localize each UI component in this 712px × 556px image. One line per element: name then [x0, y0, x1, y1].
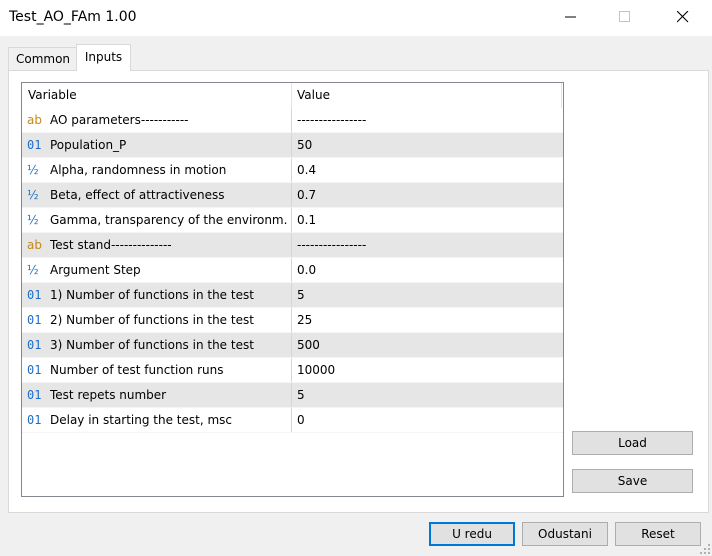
title-bar: Test_AO_FAm 1.00	[0, 0, 712, 36]
integer-type-icon: 01	[27, 313, 42, 327]
value-cell[interactable]: 0	[297, 408, 557, 433]
string-type-icon: ab	[27, 113, 42, 127]
variable-name: Test stand--------------	[50, 238, 172, 252]
variable-name: Argument Step	[50, 263, 141, 277]
cell-divider	[291, 233, 292, 258]
inputs-grid: Variable Value ab AO parameters----------…	[21, 82, 564, 497]
value-cell[interactable]: 50	[297, 133, 557, 158]
grid-row[interactable]: ½ Argument Step 0.0	[22, 258, 563, 283]
cell-divider	[291, 183, 292, 208]
value-cell[interactable]: ----------------	[297, 108, 557, 133]
value-cell[interactable]: 500	[297, 333, 557, 358]
cell-divider	[291, 208, 292, 233]
value-cell[interactable]: 0.0	[297, 258, 557, 283]
grid-row[interactable]: 01 Population_P 50	[22, 133, 563, 158]
variable-name: 1) Number of functions in the test	[50, 288, 254, 302]
value-cell[interactable]: 5	[297, 383, 557, 408]
value-cell[interactable]: 10000	[297, 358, 557, 383]
grid-row[interactable]: ½ Gamma, transparency of the environm... 0…	[22, 208, 563, 233]
ok-button[interactable]: U redu	[429, 522, 515, 546]
cell-divider	[291, 133, 292, 158]
integer-type-icon: 01	[27, 413, 42, 427]
column-separator[interactable]	[291, 83, 292, 108]
grid-row[interactable]: 01 Number of test function runs 10000	[22, 358, 563, 383]
cell-divider	[291, 408, 292, 433]
cell-divider	[291, 258, 292, 283]
cell-divider	[291, 383, 292, 408]
grid-row[interactable]: 01 Delay in starting the test, msc 0	[22, 408, 563, 433]
column-separator-end	[561, 83, 562, 108]
double-type-icon: ½	[27, 263, 39, 277]
tab-inputs[interactable]: Inputs	[76, 44, 131, 71]
integer-type-icon: 01	[27, 138, 42, 152]
grid-row[interactable]: ½ Alpha, randomness in motion 0.4	[22, 158, 563, 183]
integer-type-icon: 01	[27, 363, 42, 377]
value-cell[interactable]: 0.4	[297, 158, 557, 183]
column-header-value[interactable]: Value	[297, 83, 330, 108]
column-header-variable[interactable]: Variable	[28, 83, 77, 108]
cell-divider	[291, 158, 292, 183]
tab-common[interactable]: Common	[8, 47, 78, 70]
grid-row[interactable]: 01 3) Number of functions in the test 500	[22, 333, 563, 358]
double-type-icon: ½	[27, 163, 39, 177]
grid-row[interactable]: 01 1) Number of functions in the test 5	[22, 283, 563, 308]
value-cell[interactable]: 0.1	[297, 208, 557, 233]
cell-divider	[291, 308, 292, 333]
close-button[interactable]	[660, 0, 706, 34]
grid-row[interactable]: ab AO parameters----------- --------------…	[22, 108, 563, 133]
variable-name: 3) Number of functions in the test	[50, 338, 254, 352]
maximize-icon	[619, 11, 630, 22]
load-button[interactable]: Load	[572, 431, 693, 455]
variable-name: Beta, effect of attractiveness	[50, 188, 225, 202]
value-cell[interactable]: 25	[297, 308, 557, 333]
save-button[interactable]: Save	[572, 469, 693, 493]
variable-name: Number of test function runs	[50, 363, 224, 377]
variable-name: Alpha, randomness in motion	[50, 163, 227, 177]
grid-row[interactable]: ½ Beta, effect of attractiveness 0.7	[22, 183, 563, 208]
maximize-button	[602, 0, 648, 34]
cancel-button[interactable]: Odustani	[522, 522, 608, 546]
row-divider	[22, 432, 563, 433]
value-cell[interactable]: ----------------	[297, 233, 557, 258]
integer-type-icon: 01	[27, 388, 42, 402]
string-type-icon: ab	[27, 238, 42, 252]
cell-divider	[291, 358, 292, 383]
variable-name: AO parameters-----------	[50, 113, 189, 127]
cell-divider	[291, 283, 292, 308]
integer-type-icon: 01	[27, 338, 42, 352]
grid-row[interactable]: 01 2) Number of functions in the test 25	[22, 308, 563, 333]
integer-type-icon: 01	[27, 288, 42, 302]
cell-divider	[291, 333, 292, 358]
minimize-button[interactable]	[548, 0, 594, 34]
reset-button[interactable]: Reset	[615, 522, 701, 546]
value-cell[interactable]: 0.7	[297, 183, 557, 208]
inputs-panel: Variable Value ab AO parameters----------…	[8, 70, 709, 513]
grid-row[interactable]: 01 Test repets number 5	[22, 383, 563, 408]
grid-row[interactable]: ab Test stand-------------- --------------…	[22, 233, 563, 258]
variable-name: Gamma, transparency of the environm...	[50, 213, 288, 227]
variable-name: Delay in starting the test, msc	[50, 413, 233, 427]
minimize-icon	[565, 16, 576, 18]
variable-name: Test repets number	[50, 388, 167, 402]
cell-divider	[291, 108, 292, 133]
grid-header: Variable Value	[22, 83, 563, 108]
close-icon	[677, 11, 689, 23]
variable-name: 2) Number of functions in the test	[50, 313, 254, 327]
window-title: Test_AO_FAm 1.00	[9, 9, 137, 25]
double-type-icon: ½	[27, 213, 39, 227]
resize-grip-icon[interactable]	[700, 544, 710, 554]
value-cell[interactable]: 5	[297, 283, 557, 308]
double-type-icon: ½	[27, 188, 39, 202]
variable-name: Population_P	[50, 138, 127, 152]
